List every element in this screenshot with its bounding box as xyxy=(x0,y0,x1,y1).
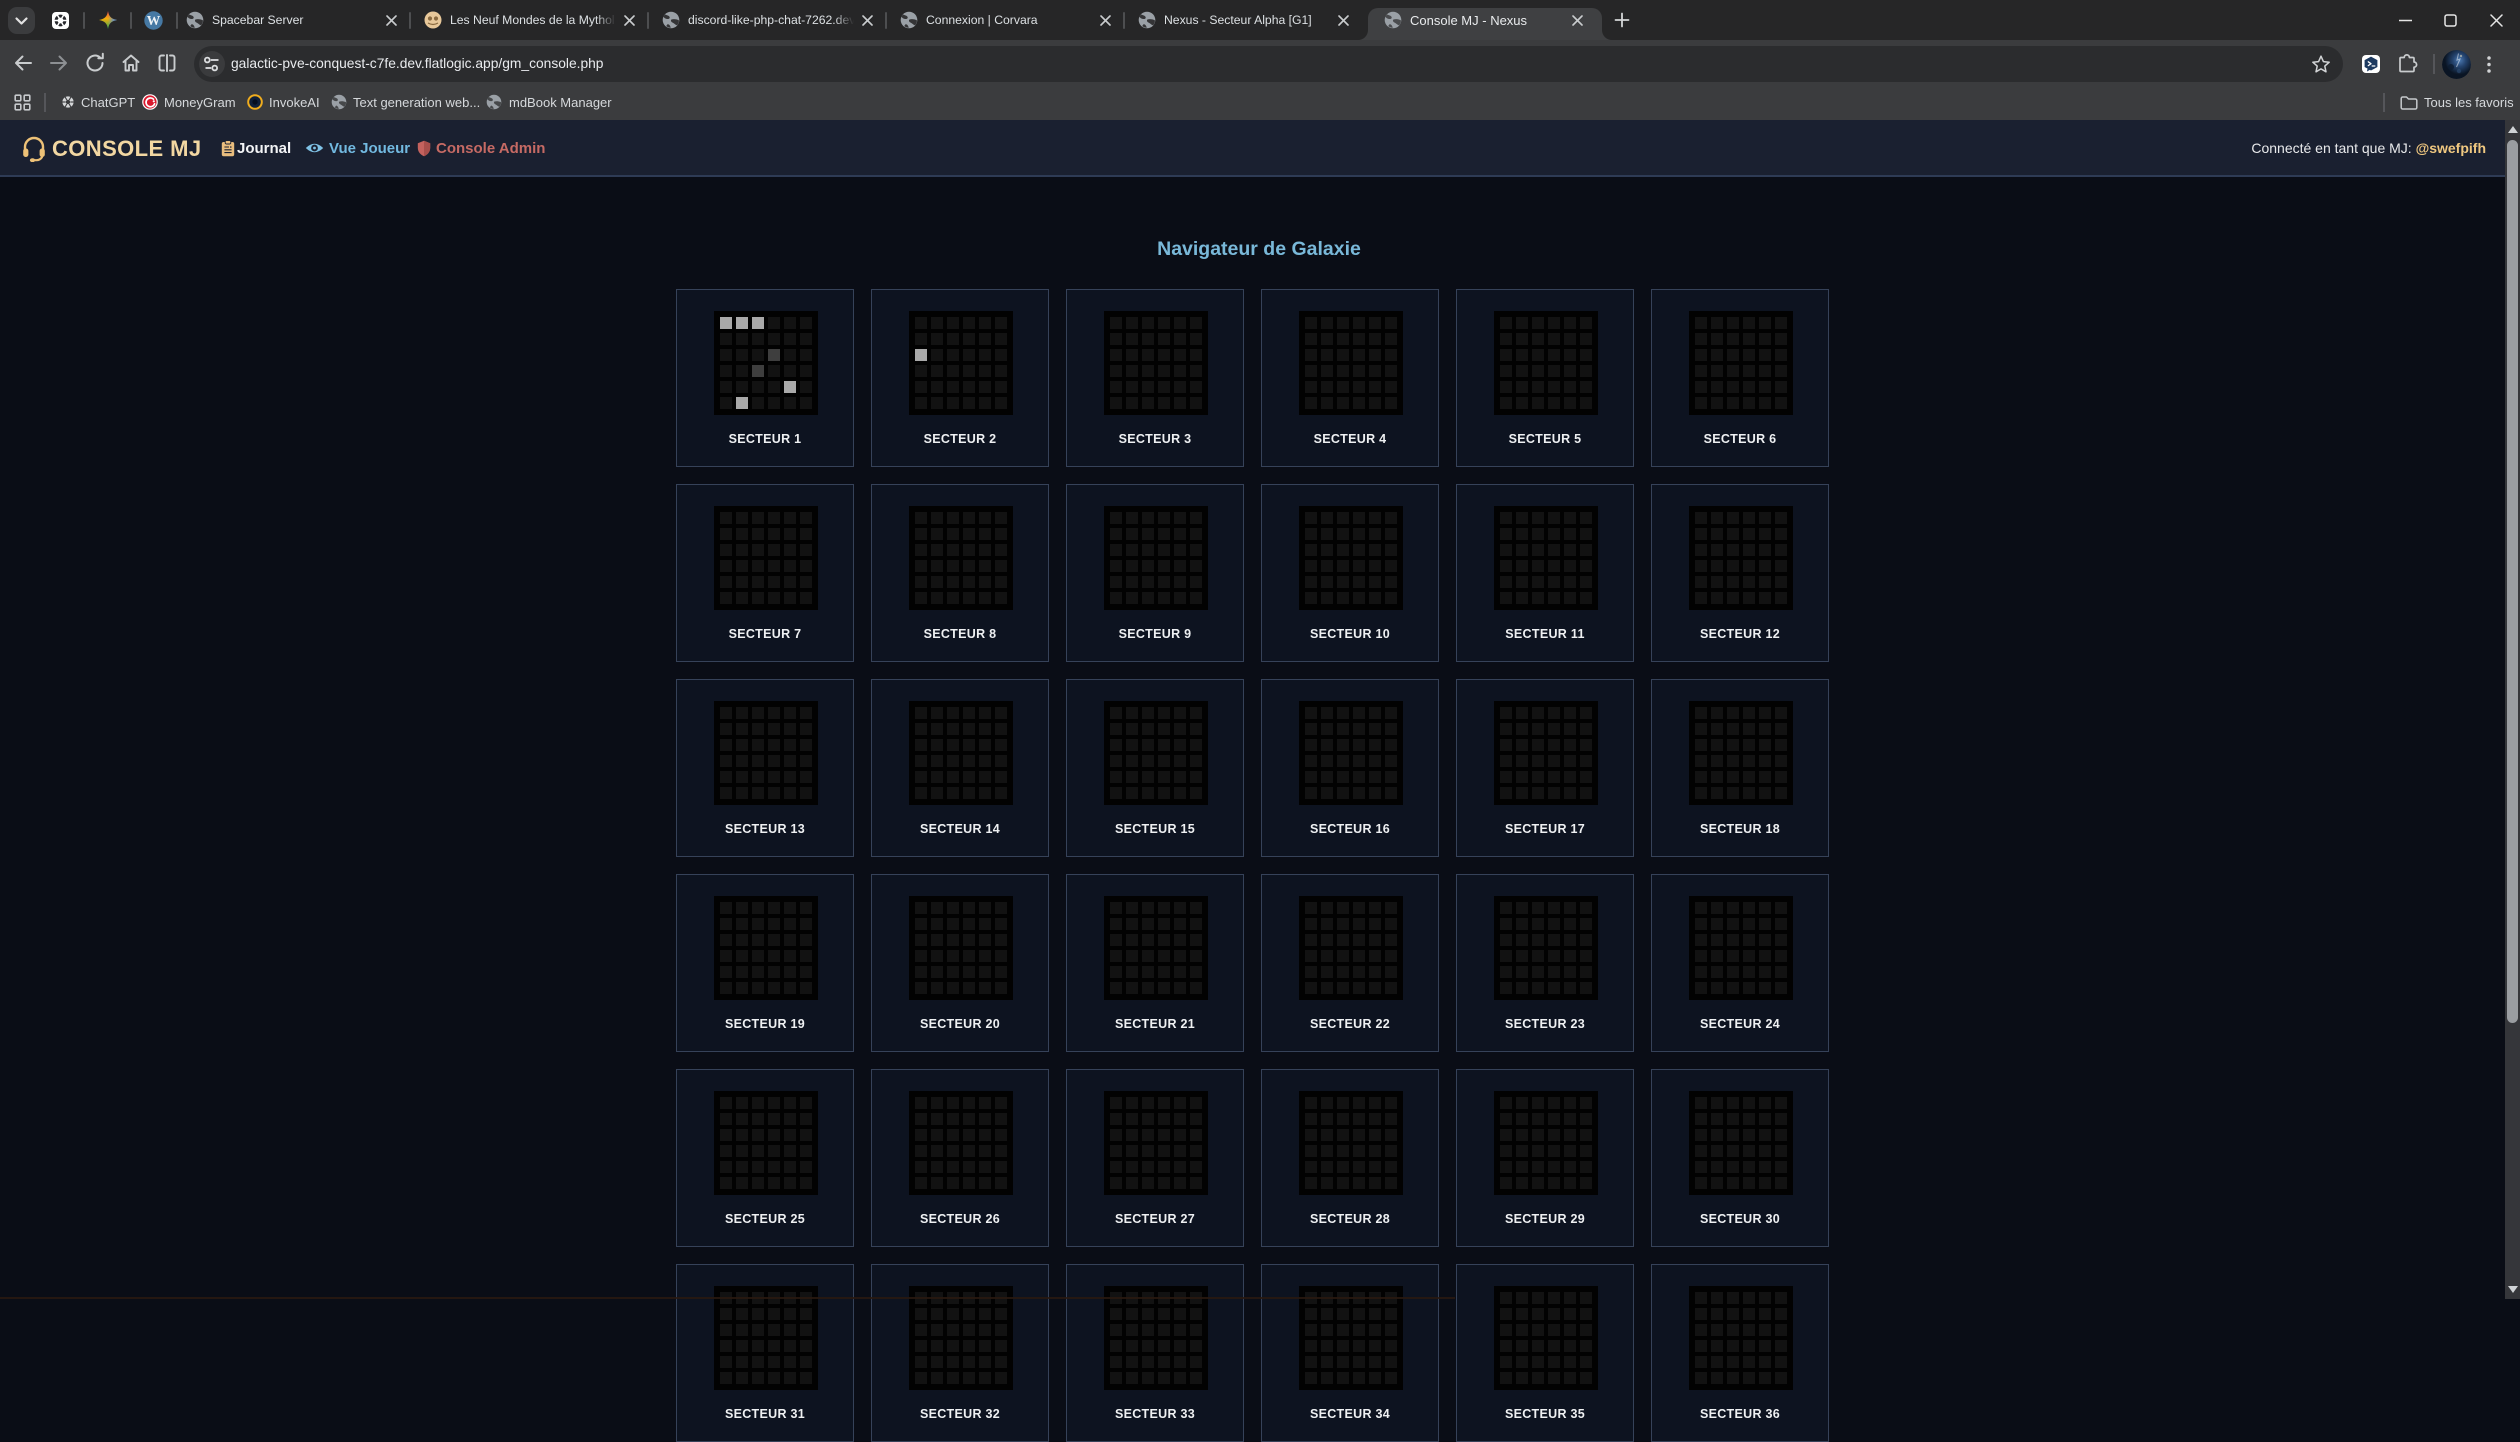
svg-text:W: W xyxy=(147,13,161,28)
